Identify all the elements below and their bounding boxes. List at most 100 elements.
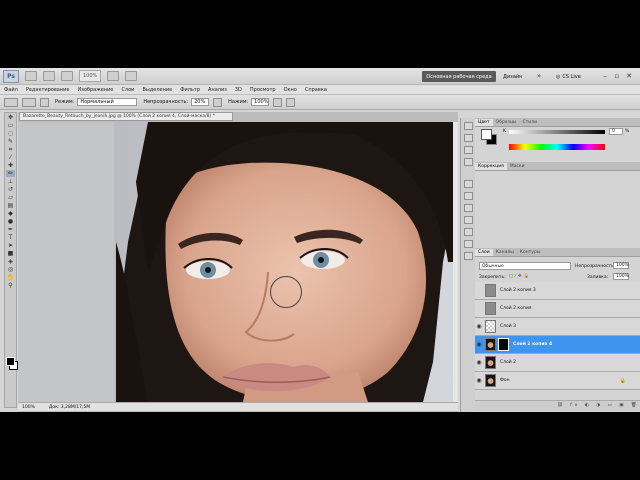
color-spectrum-bar[interactable] xyxy=(509,144,605,150)
3d-orbit-tool-icon[interactable]: ◎ xyxy=(6,266,15,273)
history-panel-icon[interactable] xyxy=(463,122,473,130)
adjustments-panel-icon[interactable] xyxy=(463,180,473,188)
menu-help[interactable]: Справка xyxy=(301,87,331,93)
cs-live-button[interactable]: ◎ CS Live xyxy=(556,71,581,82)
tab-color[interactable]: Цвет xyxy=(475,119,493,126)
marquee-tool-icon[interactable]: ▭ xyxy=(6,122,15,129)
document-tab[interactable]: Bazarette_Beauty_Retouch_by_jeanih.jpg @… xyxy=(19,112,233,121)
layer-visibility-eye-icon[interactable]: ◉ xyxy=(475,341,483,348)
crop-tool-icon[interactable]: ⌗ xyxy=(6,146,15,153)
tab-styles[interactable]: Стили xyxy=(520,119,541,126)
tab-paths[interactable]: Контуры xyxy=(517,249,544,256)
paragraph-panel-icon[interactable] xyxy=(463,204,473,212)
mode-select[interactable]: Нормальный xyxy=(77,98,138,106)
layer-row[interactable]: ◉ Слой 3 xyxy=(475,318,640,336)
maximize-icon[interactable]: ▫ xyxy=(612,71,622,81)
menu-file[interactable]: Файл xyxy=(0,87,22,93)
blur-tool-icon[interactable]: ◆ xyxy=(6,210,15,217)
info-panel-icon[interactable] xyxy=(463,146,473,154)
panel-foreground-color[interactable] xyxy=(481,129,492,140)
tool-presets-panel-icon[interactable] xyxy=(463,252,473,260)
arrange-documents-button[interactable] xyxy=(107,71,120,81)
actions-panel-icon[interactable] xyxy=(463,134,473,142)
history-brush-tool-icon[interactable]: ↺ xyxy=(6,186,15,193)
layer-row[interactable]: Слой 2 копия 3 xyxy=(475,282,640,300)
menu-filter[interactable]: Фильтр xyxy=(176,87,204,93)
layer-footer-icons[interactable]: ⛓ fx ◐ ◑ ▭ ▣ 🗑 xyxy=(557,403,640,408)
layer-row[interactable]: ◉ Слой 2 xyxy=(475,354,640,372)
menu-analysis[interactable]: Анализ xyxy=(204,87,231,93)
mini-bridge-button[interactable] xyxy=(43,71,55,81)
tab-swatches[interactable]: Образцы xyxy=(493,119,520,126)
minimize-icon[interactable]: – xyxy=(600,71,610,81)
tab-masks[interactable]: Маски xyxy=(507,163,528,170)
layer-row[interactable]: Слой 2 копия xyxy=(475,300,640,318)
clone-source-panel-icon[interactable] xyxy=(463,240,473,248)
lasso-tool-icon[interactable]: ◌ xyxy=(6,130,15,137)
workspace-design-button[interactable]: Дизайн xyxy=(503,71,522,82)
brush-panel-icon[interactable] xyxy=(463,228,473,236)
blend-mode-select[interactable]: Обычные xyxy=(479,262,571,270)
foreground-color-swatch[interactable] xyxy=(6,357,15,366)
brush-panel-toggle[interactable] xyxy=(40,97,49,107)
k-value-field[interactable]: 0 xyxy=(609,128,623,135)
pressure-field[interactable]: 100% xyxy=(251,98,270,106)
bridge-button[interactable] xyxy=(25,71,37,81)
lock-icons[interactable]: ▢⁄✥🔒 xyxy=(509,274,531,279)
character-panel-icon[interactable] xyxy=(463,192,473,200)
close-icon[interactable]: ✕ xyxy=(624,71,634,81)
move-tool-icon[interactable]: ✥ xyxy=(6,114,15,121)
layer-visibility-eye-icon[interactable]: ◉ xyxy=(475,323,483,330)
eyedropper-tool-icon[interactable]: ⁄ xyxy=(6,154,15,161)
clone-stamp-tool-icon[interactable]: ⊥ xyxy=(6,178,15,185)
hand-tool-icon[interactable]: ✋ xyxy=(6,274,15,281)
quick-selection-tool-icon[interactable]: ✎ xyxy=(6,138,15,145)
layer-visibility-eye-icon[interactable]: ◉ xyxy=(475,377,483,384)
tab-adjustments[interactable]: Коррекция xyxy=(475,163,507,170)
tablet-opacity-icon[interactable] xyxy=(213,97,223,107)
menu-layer[interactable]: Слои xyxy=(117,87,138,93)
layer-mask-thumbnail[interactable] xyxy=(498,338,509,351)
airbrush-icon[interactable] xyxy=(273,97,283,107)
3d-rotate-tool-icon[interactable]: ◈ xyxy=(6,258,15,265)
menu-image[interactable]: Изображение xyxy=(73,87,117,93)
tab-channels[interactable]: Каналы xyxy=(493,249,517,256)
brush-preset-picker[interactable] xyxy=(22,97,36,107)
3d-panel-icon[interactable] xyxy=(463,216,473,224)
zoom-level-select[interactable]: 100% xyxy=(79,70,102,82)
menu-window[interactable]: Окно xyxy=(280,87,301,93)
navigator-panel-icon[interactable] xyxy=(463,158,473,166)
menu-edit[interactable]: Редактирование xyxy=(22,87,74,93)
workspace-essentials-button[interactable]: Основная рабочая среда xyxy=(422,71,496,82)
screen-mode-button[interactable] xyxy=(125,71,138,81)
cs-live-label: CS Live xyxy=(562,73,581,80)
tool-preset-picker[interactable] xyxy=(4,97,18,107)
layer-row[interactable]: ◉ Слой 2 копия 4 xyxy=(475,336,640,354)
layer-row[interactable]: ◉ Фон 🔒 xyxy=(475,372,640,390)
status-zoom[interactable]: 100% xyxy=(22,405,35,410)
fill-field[interactable]: 100% xyxy=(613,273,629,280)
gradient-tool-icon[interactable]: ▤ xyxy=(6,202,15,209)
shape-tool-icon[interactable]: ■ xyxy=(6,250,15,257)
type-tool-icon[interactable]: T xyxy=(6,234,15,241)
menu-3d[interactable]: 3D xyxy=(231,87,246,93)
pen-tool-icon[interactable]: ✒ xyxy=(6,226,15,233)
layer-opacity-field[interactable]: 100% xyxy=(613,262,629,269)
tablet-size-icon[interactable] xyxy=(286,97,296,107)
extras-button[interactable] xyxy=(61,71,73,81)
tab-layers[interactable]: Слои xyxy=(475,249,493,256)
opacity-field[interactable]: 20% xyxy=(191,98,210,106)
image-canvas[interactable] xyxy=(18,122,458,402)
healing-brush-tool-icon[interactable]: ✚ xyxy=(6,162,15,169)
dodge-tool-icon[interactable]: ● xyxy=(6,218,15,225)
eraser-tool-icon[interactable]: ▱ xyxy=(6,194,15,201)
menu-select[interactable]: Выделение xyxy=(138,87,176,93)
layer-visibility-eye-icon[interactable]: ◉ xyxy=(475,359,483,366)
workspace-more-icon[interactable]: » xyxy=(534,71,544,81)
vertical-scrollbar[interactable] xyxy=(453,122,458,402)
zoom-tool-icon[interactable]: ⚲ xyxy=(6,282,15,289)
path-selection-tool-icon[interactable]: ➤ xyxy=(6,242,15,249)
menu-view[interactable]: Просмотр xyxy=(246,87,280,93)
k-slider[interactable] xyxy=(509,130,605,134)
brush-tool-icon[interactable]: ✏ xyxy=(6,170,15,177)
